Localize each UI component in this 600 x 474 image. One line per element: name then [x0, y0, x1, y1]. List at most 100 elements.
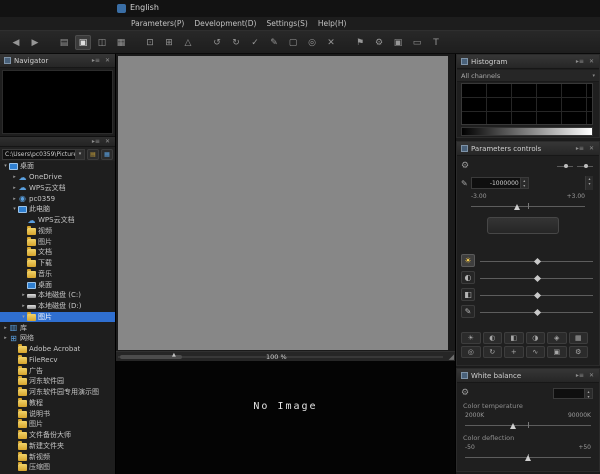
tree-item[interactable]: 压缩图 [0, 462, 115, 473]
adjust-slider[interactable] [480, 273, 593, 283]
tree-expand-icon[interactable]: ▸ [20, 292, 27, 298]
tree-item[interactable]: 教程 [0, 397, 115, 409]
gear-icon[interactable]: ⚙ [461, 161, 469, 171]
tree-item[interactable]: 桌面 [0, 279, 115, 290]
tree-expand-icon[interactable]: ▾ [11, 206, 18, 212]
noise-reduction-tool-icon[interactable]: ▦ [568, 332, 588, 344]
zoom-level[interactable]: 100 % [266, 353, 287, 361]
slider-handle[interactable] [533, 308, 541, 316]
settings-tool-icon[interactable]: ⚙ [568, 346, 588, 358]
slider-handle[interactable] [509, 423, 516, 429]
tree-item[interactable]: ▾ 桌面 [0, 161, 115, 172]
tree-item[interactable]: 新建文件夹 [0, 440, 115, 452]
multi-view-icon[interactable]: ▦ [113, 35, 129, 50]
panel-menu-icon[interactable]: ▸≡ [575, 58, 585, 65]
tree-item[interactable]: 下载 [0, 258, 115, 269]
thumbnail-view-icon[interactable]: ▤ [56, 35, 72, 50]
curve-tool-icon[interactable]: ∿ [525, 346, 545, 358]
exposure-value-box[interactable]: -1000000 ▴ ▾ [470, 177, 529, 189]
monochrome-tool-icon[interactable]: ▣ [547, 346, 567, 358]
gear-icon[interactable]: ⚙ [461, 388, 469, 398]
image-canvas[interactable] [118, 56, 448, 350]
menu-item[interactable]: Help(H) [313, 18, 352, 29]
temperature-slider[interactable] [465, 420, 591, 430]
white-balance-value-box[interactable]: ▴ ▾ [553, 387, 593, 399]
panel-close-icon[interactable]: ✕ [588, 58, 595, 65]
panel-close-icon[interactable]: ✕ [104, 57, 111, 64]
tree-expand-icon[interactable]: ▾ [2, 163, 9, 169]
delete-icon[interactable]: ✕ [323, 35, 339, 50]
tree-item[interactable]: 文件备份大师 [0, 430, 115, 441]
slider-handle[interactable] [525, 455, 531, 461]
tone-tool-icon[interactable]: ◧ [504, 332, 524, 344]
spotting-tool-icon[interactable]: + [504, 346, 524, 358]
tree-item[interactable]: ▸ ⊞ 网络 [0, 333, 115, 344]
fine-adjust-icon[interactable]: ✎ [461, 305, 475, 318]
tree-expand-icon[interactable]: ▸ [11, 174, 18, 180]
flag-icon[interactable]: ⚑ [352, 35, 368, 50]
adjust-slider[interactable] [480, 256, 593, 266]
rotate-left-icon[interactable]: ↺ [209, 35, 225, 50]
panel-menu-icon[interactable]: ▸≡ [91, 57, 101, 64]
tree-item[interactable]: 河东软件园专用演示图 [0, 387, 115, 398]
deflection-slider[interactable] [465, 452, 591, 462]
navigator-preview[interactable] [2, 70, 113, 134]
chevron-down-icon[interactable]: ▾ [75, 149, 84, 159]
slider-handle[interactable] [513, 204, 520, 210]
spin-down-icon[interactable]: ▾ [586, 181, 593, 186]
tree-expand-icon[interactable]: ▸ [11, 196, 18, 202]
crop-icon[interactable]: ▢ [285, 35, 301, 50]
white-balance-tool-icon[interactable]: ◐ [482, 332, 502, 344]
combination-view-icon[interactable]: ◫ [94, 35, 110, 50]
color-adjust-icon[interactable]: ◧ [461, 288, 475, 301]
panel-menu-icon[interactable]: ▸≡ [91, 138, 101, 145]
exposure-tool-icon[interactable]: ☀ [461, 332, 481, 344]
grid-display-icon[interactable]: ⊞ [161, 35, 177, 50]
slider-handle[interactable] [533, 274, 541, 282]
tree-item[interactable]: 音乐 [0, 268, 115, 280]
tree-item[interactable]: ▾ 图片 [0, 311, 115, 323]
tree-item[interactable]: 视频 [0, 225, 115, 237]
previous-image-icon[interactable]: ◀ [8, 35, 24, 50]
value-spinner[interactable]: ▴ ▾ [584, 388, 592, 399]
warning-display-icon[interactable]: △ [180, 35, 196, 50]
mini-slider[interactable] [577, 163, 593, 168]
adjust-slider[interactable] [480, 290, 593, 300]
path-combobox[interactable]: C:\Users\pc0359\Pictures ▾ [2, 148, 85, 160]
tree-item[interactable]: ▸ 本地磁盘 (C:) [0, 290, 115, 301]
tree-item[interactable]: ▸ ◉ pc0359 [0, 193, 115, 204]
tree-expand-icon[interactable]: ▸ [20, 303, 27, 309]
mini-slider[interactable] [557, 163, 573, 168]
adjust-slider[interactable] [480, 307, 593, 317]
horizontal-scrollbar[interactable]: ▲ 100 % ◢ [116, 351, 455, 361]
tree-item[interactable]: 河东软件园 [0, 376, 115, 387]
tree-expand-icon[interactable]: ▸ [2, 325, 9, 331]
rotation-tool-icon[interactable]: ↻ [482, 346, 502, 358]
scroll-marker-icon[interactable]: ▲ [172, 352, 176, 358]
tree-item[interactable]: Adobe Acrobat [0, 344, 115, 355]
panel-close-icon[interactable]: ✕ [588, 145, 595, 152]
panel-close-icon[interactable]: ✕ [104, 138, 111, 145]
copy-settings-icon[interactable]: ▣ [390, 35, 406, 50]
lens-tool-icon[interactable]: ◎ [461, 346, 481, 358]
tree-expand-icon[interactable]: ▸ [2, 335, 9, 341]
tree-item[interactable]: 新视频 [0, 451, 115, 462]
tree-item[interactable]: ▸ 本地磁盘 (D:) [0, 301, 115, 312]
rotate-right-icon[interactable]: ↻ [228, 35, 244, 50]
tree-item[interactable]: 图片 [0, 236, 115, 247]
side-spinner[interactable]: ▴ ▾ [585, 176, 593, 190]
tree-item[interactable]: ▸ ☁ WPS云文档 [0, 183, 115, 194]
menu-item[interactable]: Settings(S) [261, 18, 312, 29]
display-settings-icon[interactable]: ▭ [409, 35, 425, 50]
spotting-icon[interactable]: ◎ [304, 35, 320, 50]
exposure-slider[interactable] [471, 201, 585, 211]
sharpness-tool-icon[interactable]: ◈ [547, 332, 567, 344]
slider-handle[interactable] [533, 257, 541, 265]
batch-develop-icon[interactable]: ⚙ [371, 35, 387, 50]
view-mode-button[interactable]: ▦ [101, 148, 113, 160]
panel-menu-icon[interactable]: ▸≡ [575, 145, 585, 152]
menu-item[interactable]: Parameters(P) [126, 18, 189, 29]
spin-down-icon[interactable]: ▾ [521, 183, 528, 188]
next-image-icon[interactable]: ▶ [27, 35, 43, 50]
channel-select[interactable]: All channels ▾ [457, 70, 599, 82]
